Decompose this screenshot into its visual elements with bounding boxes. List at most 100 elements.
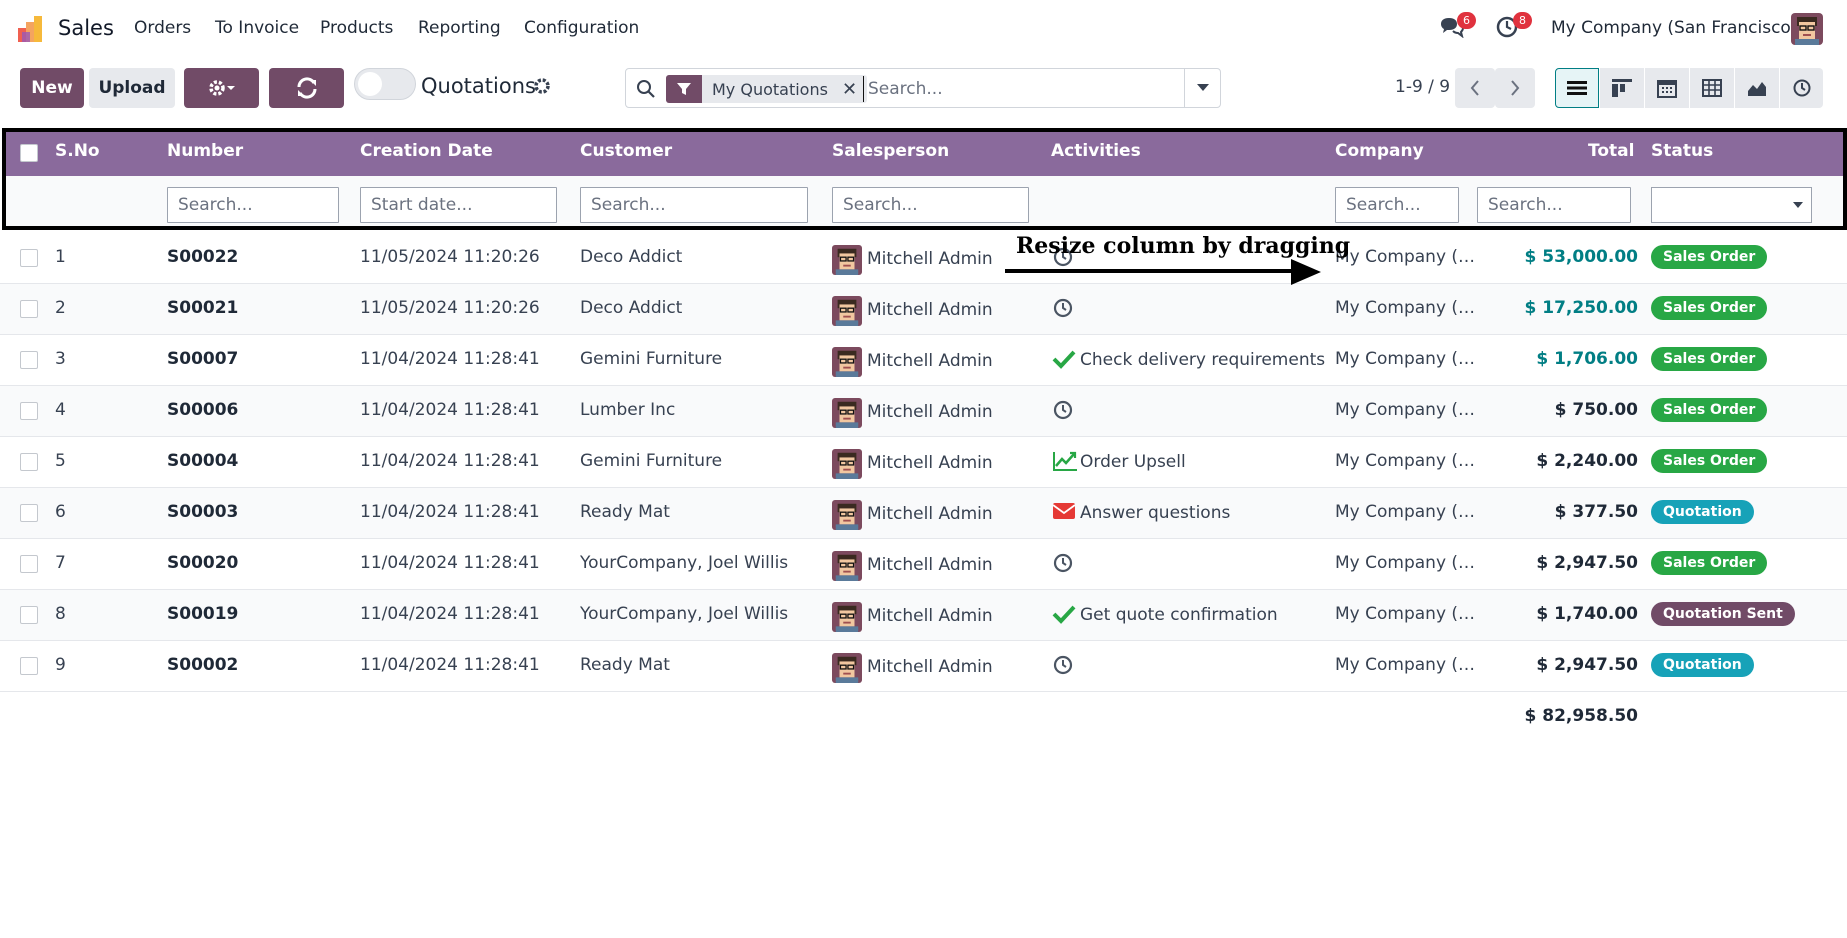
table-row[interactable]: 3 S00007 11/04/2024 11:28:41 Gemini Furnitu… (0, 335, 1847, 386)
clock-icon[interactable] (1052, 552, 1078, 576)
chevron-left-icon (1470, 80, 1479, 96)
status-badge: Quotation (1651, 500, 1754, 524)
table-row[interactable]: 8 S00019 11/04/2024 11:28:41 YourCompany, J… (0, 590, 1847, 641)
table-row[interactable]: 7 S00020 11/04/2024 11:28:41 YourCompany, J… (0, 539, 1847, 590)
column-header-status[interactable]: Status (1651, 141, 1713, 161)
activity-view-button[interactable] (1780, 68, 1823, 108)
menu-to-invoice[interactable]: To Invoice (215, 18, 299, 38)
column-header-activities[interactable]: Activities (1051, 141, 1141, 161)
order-total: $ 377.50 (1554, 502, 1638, 522)
status-filter-select[interactable] (1651, 187, 1812, 223)
table-row[interactable]: 2 S00021 11/05/2024 11:20:26 Deco Addict Mit… (0, 284, 1847, 335)
creation-date: 11/04/2024 11:28:41 (360, 400, 540, 420)
table-row[interactable]: 9 S00002 11/04/2024 11:28:41 Ready Mat Mitch… (0, 641, 1847, 692)
kanban-view-button[interactable] (1600, 68, 1644, 108)
pivot-view-button[interactable] (1690, 68, 1734, 108)
column-header-customer[interactable]: Customer (580, 141, 672, 161)
activities-button[interactable]: 8 (1496, 12, 1532, 42)
status-badge: Sales Order (1651, 296, 1768, 320)
row-sno: 8 (55, 604, 66, 624)
company-name: My Company (… (1335, 451, 1476, 471)
search-bar: My Quotations ✕ (625, 68, 1221, 108)
view-settings-gear-icon[interactable] (533, 77, 551, 95)
new-button[interactable]: New (20, 68, 84, 108)
app-name[interactable]: Sales (58, 16, 114, 40)
envelope-icon[interactable] (1052, 501, 1078, 525)
column-header-sno[interactable]: S.No (55, 141, 100, 161)
clock-icon (1793, 79, 1810, 97)
order-total: $ 750.00 (1554, 400, 1638, 420)
check-icon[interactable] (1052, 603, 1078, 627)
salesperson-filter-input[interactable] (832, 187, 1029, 223)
column-header-total[interactable]: Total (1588, 141, 1634, 161)
upload-button[interactable]: Upload (89, 68, 175, 108)
search-input[interactable] (863, 76, 1163, 102)
menu-configuration[interactable]: Configuration (524, 18, 639, 38)
messages-button[interactable]: 6 (1440, 12, 1476, 42)
row-checkbox[interactable] (20, 402, 38, 420)
column-header-salesperson[interactable]: Salesperson (832, 141, 949, 161)
menu-reporting[interactable]: Reporting (418, 18, 501, 38)
row-checkbox[interactable] (20, 300, 38, 318)
graph-view-button[interactable] (1735, 68, 1779, 108)
pager-previous-button[interactable] (1455, 68, 1495, 108)
customer-filter-input[interactable] (580, 187, 808, 223)
check-icon[interactable] (1052, 348, 1078, 372)
menu-orders[interactable]: Orders (134, 18, 191, 38)
salesperson-name: Mitchell Admin (867, 657, 993, 677)
sales-app-icon[interactable] (18, 14, 48, 42)
row-sno: 6 (55, 502, 66, 522)
activities-count-badge: 8 (1513, 12, 1532, 29)
calendar-icon (1657, 80, 1677, 98)
company-switcher[interactable]: My Company (San Francisco) (1551, 18, 1797, 38)
pager-value[interactable]: 1-9 / 9 (1395, 77, 1450, 97)
customer-name: Deco Addict (580, 247, 683, 267)
customer-name: Deco Addict (580, 298, 683, 318)
status-badge: Sales Order (1651, 398, 1768, 422)
clock-icon[interactable] (1052, 654, 1078, 678)
table-row[interactable]: 6 S00003 11/04/2024 11:28:41 Ready Mat Mitch… (0, 488, 1847, 539)
column-header-company[interactable]: Company (1335, 141, 1424, 161)
order-number: S00019 (167, 604, 239, 624)
company-name: My Company (… (1335, 298, 1476, 318)
select-all-checkbox[interactable] (20, 144, 38, 162)
table-row[interactable]: 1 S00022 11/05/2024 11:20:26 Deco Addict Mit… (0, 233, 1847, 284)
pager-next-button[interactable] (1495, 68, 1535, 108)
salesperson-name: Mitchell Admin (867, 555, 993, 575)
row-checkbox[interactable] (20, 657, 38, 675)
calendar-view-button[interactable] (1645, 68, 1689, 108)
row-checkbox[interactable] (20, 453, 38, 471)
refresh-button[interactable] (269, 68, 344, 108)
user-avatar[interactable] (1791, 13, 1823, 45)
creation-date-filter-input[interactable] (360, 187, 557, 223)
table-row[interactable]: 5 S00004 11/04/2024 11:28:41 Gemini Furnitu… (0, 437, 1847, 488)
row-checkbox[interactable] (20, 249, 38, 267)
caret-down-icon (1793, 202, 1803, 208)
company-name: My Company (… (1335, 655, 1476, 675)
status-badge: Quotation (1651, 653, 1754, 677)
chart-up-icon[interactable] (1052, 450, 1078, 474)
salesperson-avatar (832, 551, 862, 581)
view-toggle-switch[interactable] (354, 68, 416, 100)
salesperson-avatar (832, 296, 862, 326)
filter-facet-label: My Quotations (712, 79, 828, 99)
clock-icon[interactable] (1052, 297, 1078, 321)
row-checkbox[interactable] (20, 606, 38, 624)
company-filter-input[interactable] (1335, 187, 1459, 223)
column-header-number[interactable]: Number (167, 141, 243, 161)
total-filter-input[interactable] (1477, 187, 1631, 223)
list-view-button[interactable] (1555, 68, 1599, 108)
menu-products[interactable]: Products (320, 18, 393, 38)
search-options-toggle[interactable] (1184, 69, 1220, 107)
row-checkbox[interactable] (20, 555, 38, 573)
column-header-creation-date[interactable]: Creation Date (360, 141, 493, 161)
table-row[interactable]: 4 S00006 11/04/2024 11:28:41 Lumber Inc Mitc… (0, 386, 1847, 437)
page-title: Quotations (421, 74, 536, 98)
clock-icon[interactable] (1052, 399, 1078, 423)
status-badge: Sales Order (1651, 347, 1768, 371)
row-checkbox[interactable] (20, 351, 38, 369)
number-filter-input[interactable] (167, 187, 339, 223)
row-checkbox[interactable] (20, 504, 38, 522)
actions-menu-button[interactable] (184, 68, 259, 108)
creation-date: 11/04/2024 11:28:41 (360, 349, 540, 369)
